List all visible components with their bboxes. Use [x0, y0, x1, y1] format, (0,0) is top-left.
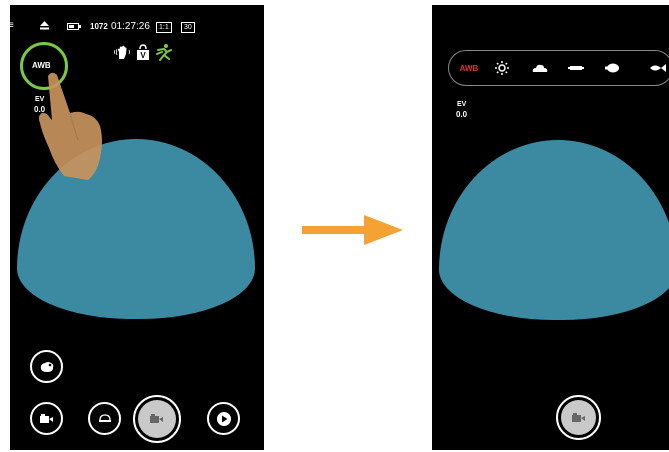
wb-option-incandescent[interactable] — [601, 51, 623, 85]
dome-lens-icon — [98, 414, 111, 422]
wb-option-sunny[interactable] — [491, 51, 513, 85]
frame-rate-badge[interactable]: 30 — [181, 22, 195, 33]
dome-preview — [439, 140, 669, 320]
arrow-icon — [302, 215, 403, 245]
ev-value[interactable]: 0.0 — [456, 110, 467, 119]
scene-icon — [156, 44, 172, 61]
wb-option-cloudy[interactable] — [529, 51, 551, 85]
effect-button[interactable] — [30, 350, 63, 383]
shutter-inner — [138, 400, 176, 438]
wb-awb-label: AWB — [459, 63, 479, 73]
ev-label: EV — [457, 101, 467, 108]
playback-icon — [216, 411, 231, 426]
wb-option-awb[interactable]: AWB — [457, 51, 481, 85]
wb-option-fluorescent[interactable] — [565, 51, 587, 85]
cloudy-icon — [532, 64, 548, 72]
eject-icon[interactable] — [40, 21, 49, 30]
shutter-button[interactable] — [133, 395, 181, 443]
wb-option-underwater[interactable] — [647, 51, 669, 85]
lock-icon: V — [137, 44, 149, 60]
shots-remaining: 1072 — [90, 22, 108, 31]
effect-icon — [40, 361, 53, 372]
shutter-icon — [571, 412, 585, 422]
dome-lens-button[interactable] — [88, 402, 121, 435]
shutter-inner — [561, 400, 596, 435]
left-screen: ≡ 1072 01:27:26 1:1 30 V AWB EV 0.0 — [10, 5, 264, 450]
menu-icon[interactable]: ≡ — [10, 21, 14, 31]
shutter-button[interactable] — [556, 395, 601, 440]
incandescent-icon — [605, 63, 619, 73]
right-screen: AWB EV 0.0 — [432, 5, 669, 450]
video-mode-icon — [39, 413, 53, 423]
stabilizer-icon — [114, 45, 130, 59]
finger-icon — [38, 72, 102, 180]
time-remaining: 01:27:26 — [111, 21, 150, 32]
video-mode-button[interactable] — [30, 402, 63, 435]
white-balance-bar: AWB — [448, 50, 669, 86]
svg-text:V: V — [140, 51, 146, 60]
battery-icon — [67, 23, 81, 30]
aspect-ratio-badge[interactable]: 1:1 — [156, 22, 172, 33]
underwater-icon — [650, 64, 666, 72]
shutter-icon — [150, 414, 163, 423]
sun-icon — [495, 61, 509, 75]
playback-button[interactable] — [207, 402, 240, 435]
fluorescent-icon — [568, 66, 584, 70]
